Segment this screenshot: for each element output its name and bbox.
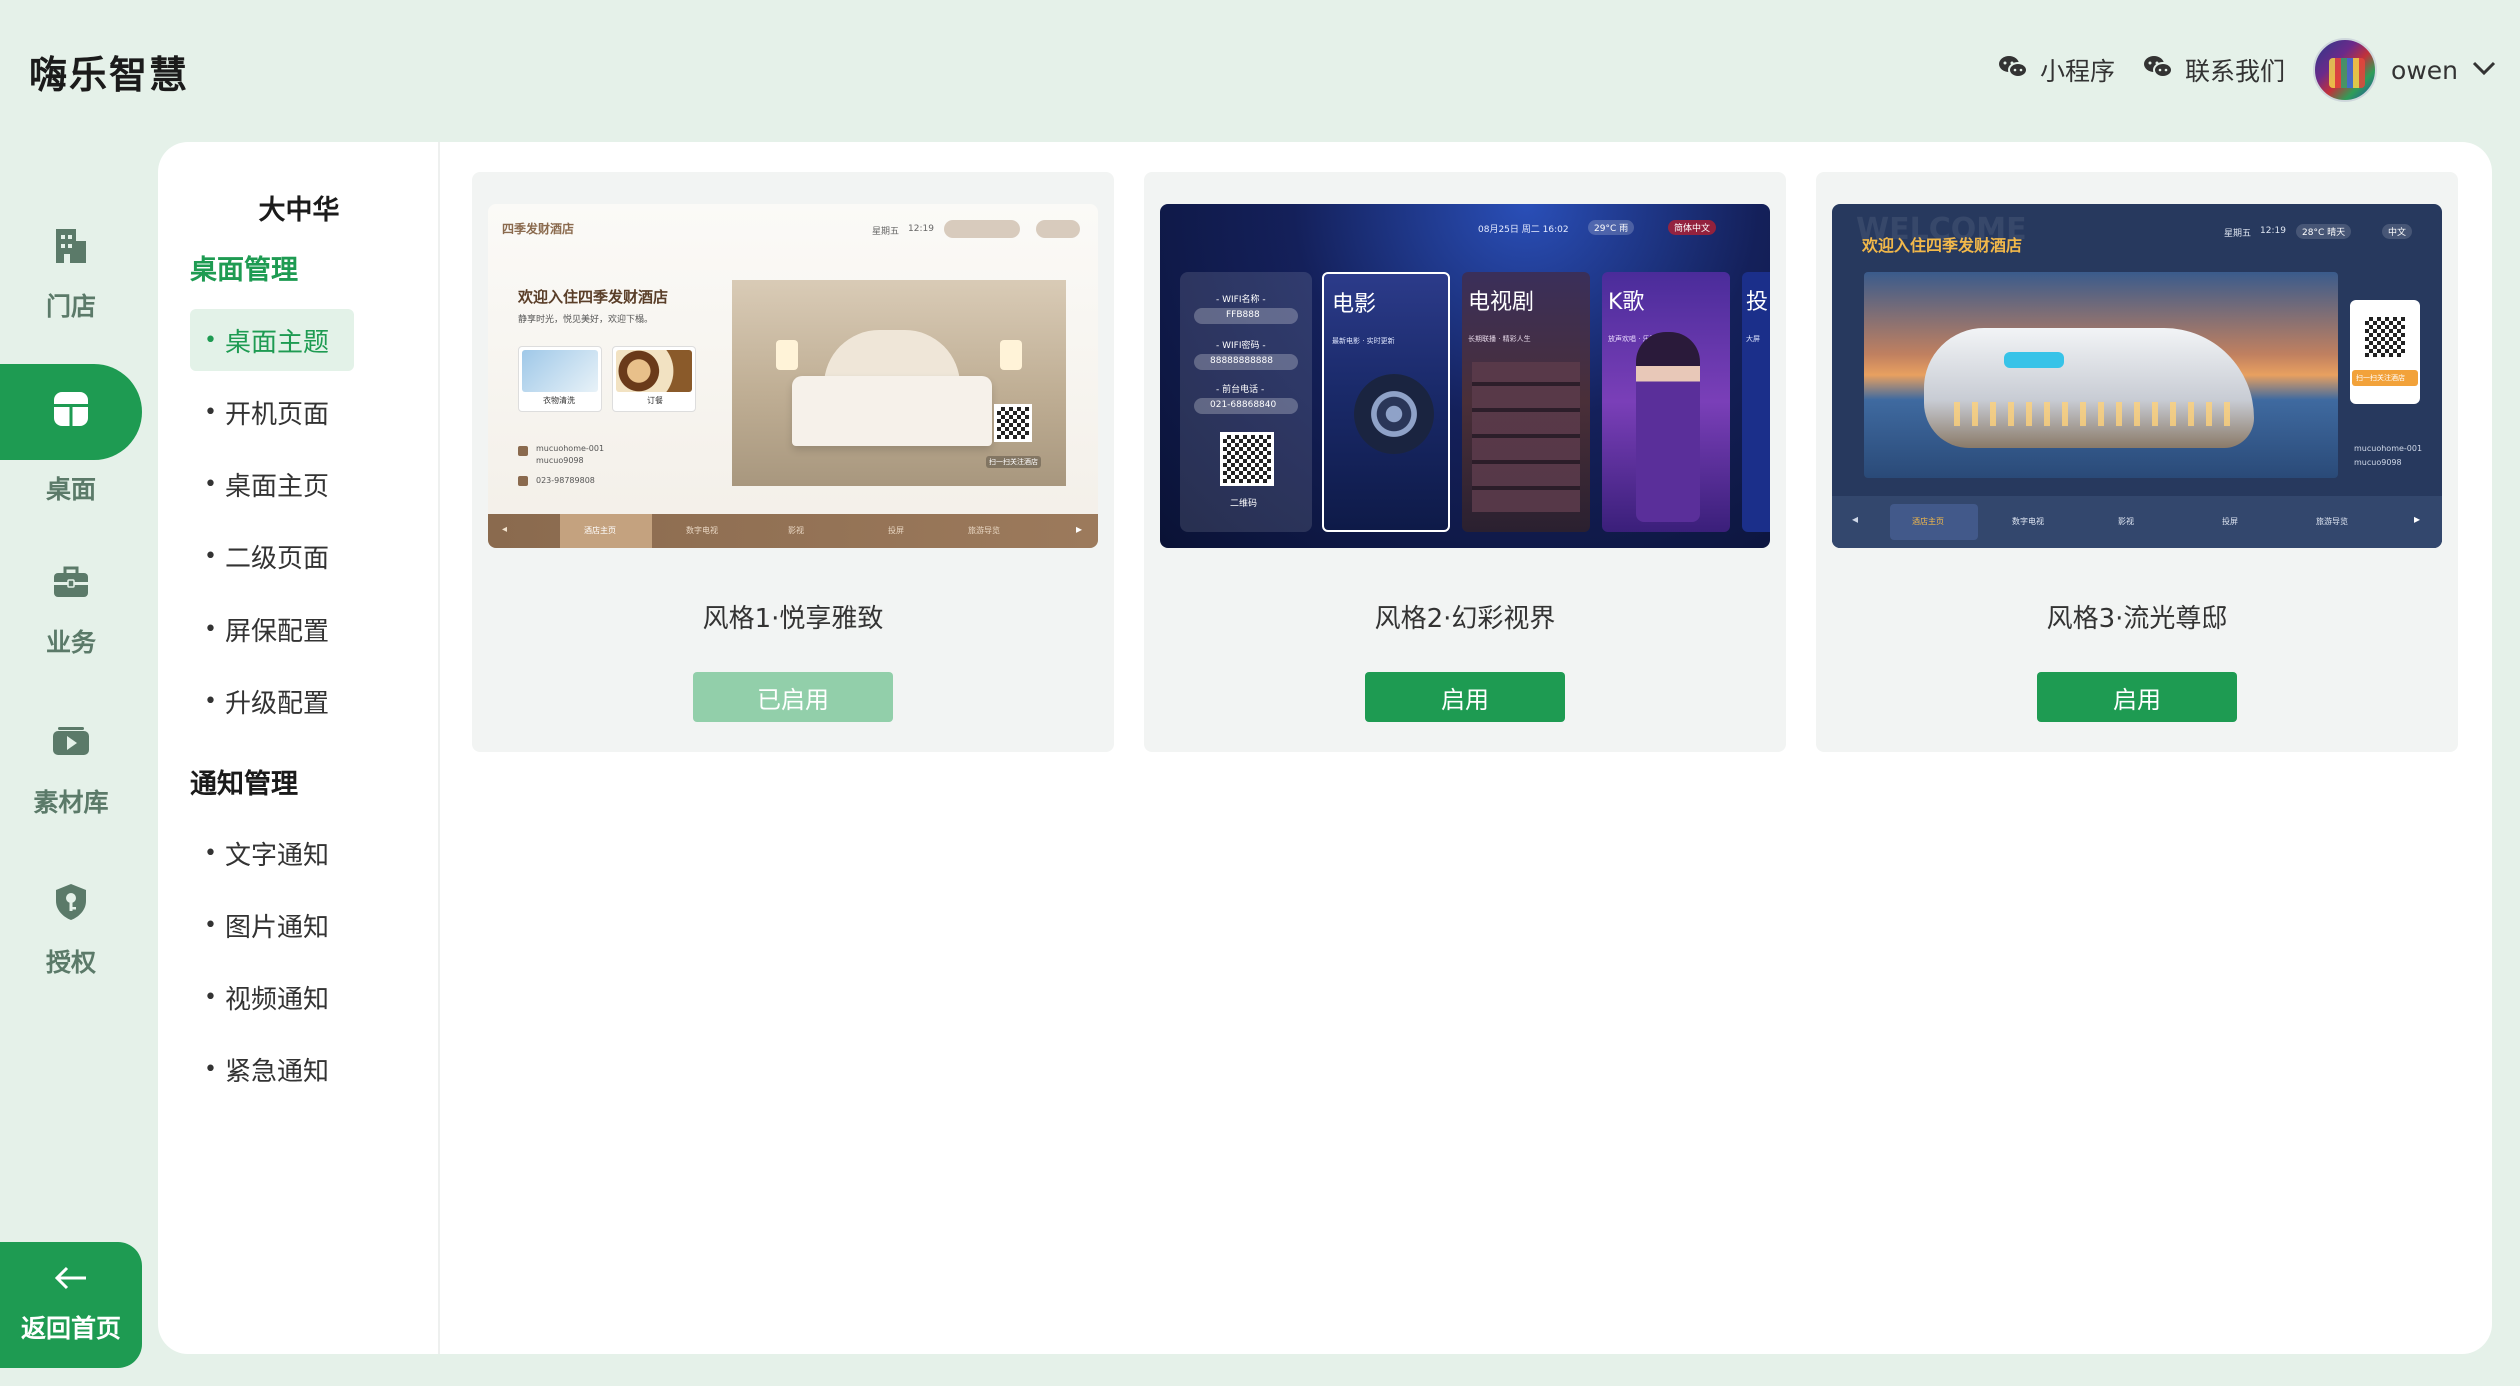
- submenu-item-boot-page[interactable]: 开机页面: [190, 381, 354, 443]
- preview-logo: 四季发财酒店: [502, 222, 575, 236]
- group-title-notification-management: 通知管理: [190, 769, 298, 800]
- contact-us-link[interactable]: 联系我们: [2143, 52, 2285, 88]
- preview-qr-caption: 扫一扫关注酒店: [986, 456, 1041, 468]
- user-name: owen: [2391, 55, 2458, 85]
- preview-time: 12:19: [908, 224, 934, 234]
- header-actions: 小程序 联系我们 owen: [1998, 36, 2496, 104]
- phone-icon: [518, 476, 528, 486]
- contact-us-label: 联系我们: [2185, 57, 2286, 86]
- preview-weekday: 星期五: [872, 227, 900, 237]
- shield-key-icon: [50, 881, 92, 929]
- wechat-icon: [1998, 54, 2028, 86]
- theme-card: 四季发财酒店 星期五 12:19 欢迎入住四季发财酒店 静享时光，悦见美好，欢迎…: [472, 172, 1114, 752]
- preview-tile-karaoke: K歌 放声欢唱 · 乐享生活: [1602, 272, 1730, 532]
- submenu-item-text-notice[interactable]: 文字通知: [190, 822, 354, 884]
- nav-item-media-library[interactable]: 素材库: [0, 710, 142, 830]
- preview-welcome: 欢迎入住四季发财酒店: [518, 288, 669, 306]
- theme-enable-button[interactable]: 启用: [2037, 672, 2237, 722]
- submenu: 大中华 桌面管理 桌面主题 开机页面 桌面主页 二级页面 屏保配置 升级配置 通…: [158, 142, 440, 1354]
- qr-code: [994, 404, 1032, 442]
- qr-panel: 扫一扫关注酒店: [2350, 300, 2420, 404]
- mini-program-link[interactable]: 小程序: [1998, 52, 2115, 88]
- nav-item-business[interactable]: 业务: [0, 550, 142, 670]
- theme-preview-3[interactable]: WELCOME 欢迎入住四季发财酒店 星期五 12:19 28°C 晴天 中文 …: [1832, 204, 2442, 548]
- preview-lang-pill: [1036, 220, 1080, 238]
- preview-wifi-pwd: mucuo9098: [536, 456, 584, 465]
- preview-info-column: - WIFI名称 - FFB888 - WIFI密码 - 88888888888…: [1180, 272, 1312, 532]
- preview-phone: 023-98789808: [536, 476, 595, 485]
- preview-wifi-name: mucuohome-001: [536, 444, 605, 453]
- preview-weather: 29°C 雨: [1588, 220, 1635, 235]
- preview-tagline: 静享时光，悦见美好，欢迎下榻。: [518, 315, 654, 325]
- avatar: [2313, 38, 2378, 102]
- chevron-down-icon: [2472, 60, 2496, 80]
- preview-wifi-pwd: mucuo9098: [2354, 458, 2402, 467]
- preview-card-laundry: 衣物清洗: [518, 346, 602, 412]
- preview-weather: 28°C 晴天: [2296, 224, 2352, 239]
- submenu-item-desktop-theme[interactable]: 桌面主题: [190, 309, 354, 371]
- nav-label-business: 业务: [45, 628, 96, 657]
- media-library-icon: [50, 721, 92, 769]
- preview-qr-caption: 扫一扫关注酒店: [2356, 374, 2405, 382]
- nav-item-store[interactable]: 门店: [0, 214, 142, 334]
- store-icon: [50, 225, 92, 273]
- preview-date: 08月25日 周二 16:02: [1478, 225, 1569, 235]
- submenu-item-screensaver[interactable]: 屏保配置: [190, 598, 354, 660]
- theme-enable-button[interactable]: 启用: [1365, 672, 1565, 722]
- main-panel: 大中华 桌面管理 桌面主题 开机页面 桌面主页 二级页面 屏保配置 升级配置 通…: [158, 142, 2492, 1354]
- briefcase-icon: [50, 561, 92, 609]
- wechat-icon: [2143, 54, 2174, 86]
- preview-hotel-photo: [1864, 272, 2338, 478]
- store-name: 大中华: [258, 195, 340, 226]
- wifi-icon: [518, 446, 528, 456]
- nav-item-authorization[interactable]: 授权: [0, 870, 142, 990]
- theme-preview-2[interactable]: 08月25日 周二 16:02 29°C 雨 简体中文 - WIFI名称 - F…: [1160, 204, 1770, 548]
- preview-lang: 简体中文: [1668, 220, 1717, 235]
- preview-weekday: 星期五: [2224, 229, 2252, 239]
- preview-time: 12:19: [2260, 226, 2286, 236]
- theme-name: 风格3·流光尊邸: [2046, 604, 2228, 634]
- nav-label-store: 门店: [45, 292, 96, 321]
- submenu-item-secondary-page[interactable]: 二级页面: [190, 525, 354, 587]
- arrow-left-icon: [53, 1265, 89, 1297]
- preview-tab-bar: ◂ 酒店主页 数字电视 影视 投屏 旅游导览 ▸: [488, 514, 1098, 548]
- nav-label-desktop: 桌面: [45, 475, 96, 504]
- preview-tab-bar: ◂ 酒店主页 数字电视 影视 投屏 旅游导览 ▸: [1832, 496, 2442, 548]
- app-title: 嗨乐智慧: [29, 53, 190, 97]
- qr-code: [1220, 432, 1274, 486]
- nav-item-desktop[interactable]: [0, 364, 142, 460]
- submenu-item-emergency-notice[interactable]: 紧急通知: [190, 1038, 354, 1100]
- back-home-label: 返回首页: [20, 1314, 121, 1343]
- theme-name: 风格2·幻彩视界: [1374, 604, 1556, 634]
- preview-wifi-name: mucuohome-001: [2354, 444, 2423, 453]
- theme-enabled-button: 已启用: [693, 672, 893, 722]
- preview-card-dining: 订餐: [612, 346, 696, 412]
- submenu-item-image-notice[interactable]: 图片通知: [190, 894, 354, 956]
- preview-welcome: 欢迎入住四季发财酒店: [1862, 236, 2023, 255]
- nav-label-media-library: 素材库: [33, 788, 109, 817]
- preview-weather-pill: [944, 220, 1020, 238]
- preview-tile-movie: 电影 最新电影 · 实时更新: [1322, 272, 1450, 532]
- preview-tile-tv-series: 电视剧 长期联播 · 精彩人生: [1462, 272, 1590, 532]
- theme-card: WELCOME 欢迎入住四季发财酒店 星期五 12:19 28°C 晴天 中文 …: [1816, 172, 2458, 752]
- nav-label-authorization: 授权: [45, 948, 96, 977]
- group-title-desktop-management: 桌面管理: [190, 255, 298, 286]
- submenu-item-desktop-home[interactable]: 桌面主页: [190, 453, 354, 515]
- back-home-button[interactable]: 返回首页: [0, 1242, 142, 1368]
- theme-preview-1[interactable]: 四季发财酒店 星期五 12:19 欢迎入住四季发财酒店 静享时光，悦见美好，欢迎…: [488, 204, 1098, 548]
- desktop-icon: [50, 388, 92, 436]
- theme-card: 08月25日 周二 16:02 29°C 雨 简体中文 - WIFI名称 - F…: [1144, 172, 1786, 752]
- preview-tile-cast: 投 大屏: [1742, 272, 1770, 532]
- user-menu[interactable]: owen: [2313, 38, 2496, 102]
- mini-program-label: 小程序: [2040, 57, 2116, 86]
- theme-name: 风格1·悦享雅致: [702, 604, 884, 634]
- preview-lang: 中文: [2382, 224, 2413, 239]
- submenu-item-upgrade[interactable]: 升级配置: [190, 670, 354, 732]
- submenu-item-video-notice[interactable]: 视频通知: [190, 966, 354, 1028]
